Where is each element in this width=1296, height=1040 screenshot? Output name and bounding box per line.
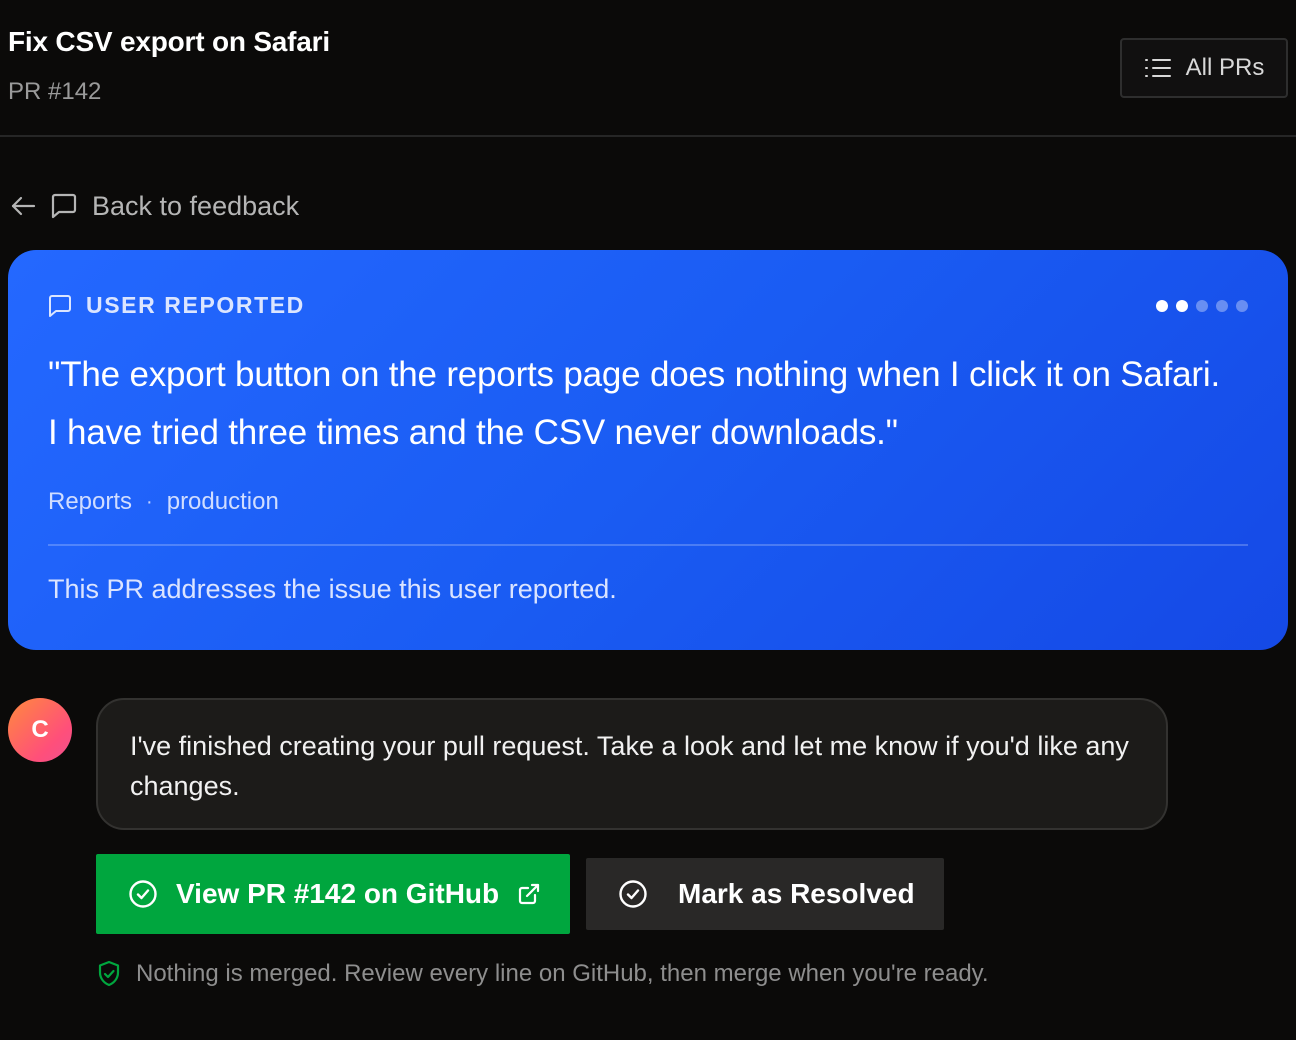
back-to-feedback-link[interactable]: Back to feedback	[10, 186, 299, 226]
page-title: Fix CSV export on Safari	[8, 26, 330, 57]
check-circle-icon	[128, 879, 158, 909]
tag-reports: Reports	[48, 488, 133, 515]
pagination-dot[interactable]	[1196, 300, 1208, 312]
external-link-icon	[517, 882, 541, 906]
message-square-icon	[48, 294, 72, 317]
tag-environment: production	[166, 488, 279, 515]
list-icon	[1144, 56, 1172, 80]
tag-separator: ·	[146, 490, 153, 513]
mark-as-resolved-label: Mark as Resolved	[678, 878, 915, 909]
card-footer-text: This PR addresses the issue this user re…	[48, 574, 617, 604]
all-prs-label: All PRs	[1185, 54, 1265, 81]
back-to-feedback-label: Back to feedback	[92, 190, 300, 221]
pr-number: PR #142	[8, 78, 102, 105]
user-reported-text: USER REPORTED	[86, 292, 305, 318]
shield-check-icon	[96, 960, 122, 988]
merge-safety-note: Nothing is merged. Review every line on …	[96, 956, 989, 992]
avatar: C	[8, 698, 72, 762]
feedback-quote: "The export button on the reports page d…	[48, 355, 1220, 452]
page-header: Fix CSV export on Safari PR #142 All PRs	[0, 0, 1296, 137]
user-reported-label: USER REPORTED	[48, 292, 305, 319]
pagination-dot[interactable]	[1236, 300, 1248, 312]
view-pr-on-github-button[interactable]: View PR #142 on GitHub	[96, 854, 570, 934]
view-pr-label: View PR #142 on GitHub	[176, 878, 500, 909]
arrow-left-icon	[10, 194, 36, 218]
feedback-pagination[interactable]	[1156, 300, 1248, 312]
message-square-icon	[50, 193, 78, 219]
check-circle-icon	[618, 879, 648, 909]
card-divider	[48, 544, 1248, 546]
merge-safety-text: Nothing is merged. Review every line on …	[136, 960, 989, 987]
pagination-dot[interactable]	[1156, 300, 1168, 312]
mark-as-resolved-button[interactable]: Mark as Resolved	[586, 858, 944, 930]
feedback-tags: Reports · production	[48, 488, 279, 516]
assistant-message: I've finished creating your pull request…	[96, 698, 1168, 830]
user-feedback-card: USER REPORTED "The export button on the …	[8, 250, 1288, 650]
pagination-dot-active[interactable]	[1176, 300, 1188, 312]
all-prs-button[interactable]: All PRs	[1120, 38, 1288, 98]
pagination-dot[interactable]	[1216, 300, 1228, 312]
